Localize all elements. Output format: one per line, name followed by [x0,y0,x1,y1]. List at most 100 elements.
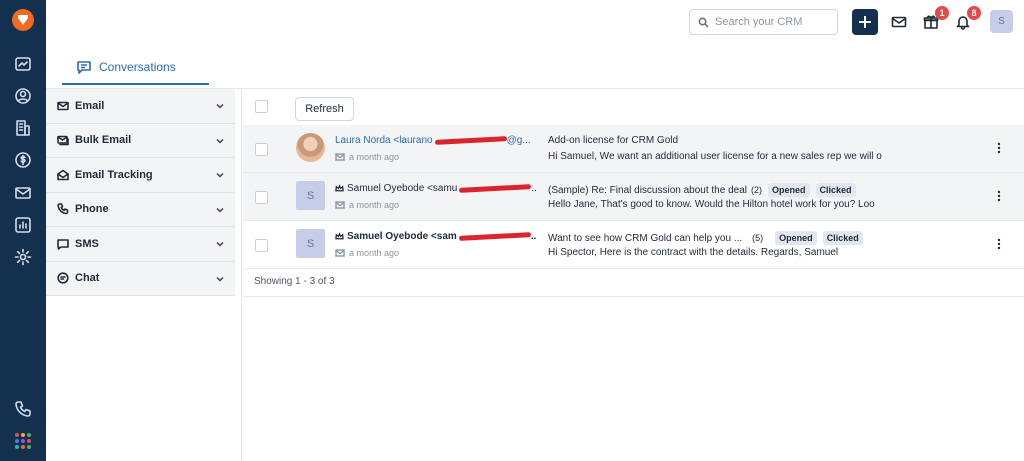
gift-button[interactable]: 1 [920,6,949,33]
chevron-down-icon [216,138,224,144]
tab-conversations[interactable]: Conversations [62,50,209,85]
conversation-row[interactable]: S Samuel Oyebode <samu .. a month ago (S… [243,173,1024,221]
revenue-icon [15,152,31,168]
search-input[interactable] [715,16,835,28]
filter-label: SMS [75,237,99,250]
row-more-button[interactable] [992,141,1006,155]
rail-reports[interactable] [11,213,35,237]
rail-deals[interactable] [11,52,35,76]
settings-icon [14,248,32,266]
contact-photo-avatar [296,133,325,162]
rail-contacts[interactable] [11,84,35,108]
crown-icon [335,184,344,192]
subject[interactable]: Add-on license for CRM Gold [548,135,678,146]
select-all-checkbox[interactable] [255,100,268,113]
more-vertical-icon [997,190,1001,202]
subject-text: (Sample) Re: Final discussion about the … [548,184,747,196]
mail-sent-icon [335,153,345,161]
mail-sent-icon [335,201,345,209]
clicked-tag: Clicked [815,183,856,197]
message-snippet: Hi Spector, Here is the contract with th… [548,247,839,258]
message-snippet: Hi Samuel, We want an additional user li… [548,151,882,162]
row-checkbox[interactable] [255,143,268,156]
left-rail [0,0,46,461]
tab-conversations-label: Conversations [99,59,176,74]
conversation-list: Refresh Laura Norda <laurano @g... a mon… [243,89,1024,461]
sms-icon [57,238,69,250]
top-header: 1 8 S [46,0,1024,44]
notification-badge: 8 [967,6,981,20]
sender-tail: .. [531,183,537,194]
filter-bulk-email[interactable]: Bulk Email [46,123,235,158]
plus-icon [859,16,871,28]
brand-logo[interactable] [12,9,34,31]
redaction-mark [458,232,531,241]
chat-bubble-icon [77,60,91,74]
sender[interactable]: Samuel Oyebode <sam .. [335,231,536,242]
timestamp-text: a month ago [349,200,400,210]
filter-email-tracking[interactable]: Email Tracking [46,158,235,193]
row-more-button[interactable] [992,237,1006,251]
quick-add-button[interactable] [852,9,878,35]
more-vertical-icon [997,238,1001,250]
refresh-button[interactable]: Refresh [295,97,354,121]
apps-grid-dot [21,439,25,443]
apps-grid-dot [21,433,25,437]
timestamp: a month ago [335,200,399,210]
filter-chat[interactable]: Chat [46,261,235,296]
sender[interactable]: Samuel Oyebode <samu .. [335,183,537,194]
thread-count: (2) [751,185,762,195]
timestamp-text: a month ago [349,152,400,162]
redaction-mark [459,184,532,193]
global-search[interactable] [689,9,838,35]
rail-inbox[interactable] [11,181,35,205]
crown-icon [335,232,344,240]
notifications-button[interactable]: 8 [952,6,981,33]
thread-count: (5) [752,233,764,243]
rail-settings[interactable] [11,245,35,269]
opened-tag: Opened [768,183,810,197]
reports-icon [15,217,31,233]
more-vertical-icon [997,142,1001,154]
timestamp-text: a month ago [349,248,400,258]
filter-sms[interactable]: SMS [46,227,235,262]
apps-grid-icon[interactable] [15,433,31,449]
filter-email[interactable]: Email [46,89,235,124]
timestamp: a month ago [335,152,399,162]
row-more-button[interactable] [992,189,1006,203]
subject-text: Add-on license for CRM Gold [548,135,679,146]
opened-tag: Opened [775,231,817,245]
chevron-down-icon [216,172,224,178]
mail-button[interactable] [888,11,910,33]
row-checkbox[interactable] [255,191,268,204]
subject[interactable]: Want to see how CRM Gold can help you ..… [548,231,863,245]
chat-icon [57,272,69,284]
conversation-row[interactable]: S Samuel Oyebode <sam .. a month ago Wan… [243,221,1024,269]
logo-icon [18,15,28,25]
chevron-down-icon [216,103,224,109]
chevron-down-icon [216,276,224,282]
deals-icon [15,57,31,71]
filter-phone[interactable]: Phone [46,192,235,227]
apps-grid-dot [27,445,31,449]
contacts-icon [15,88,31,104]
rail-revenue[interactable] [11,148,35,172]
rail-phone[interactable] [11,397,35,421]
sender-name: Samuel Oyebode <sam [347,231,457,242]
sender-name: Samuel Oyebode <samu [347,183,458,194]
chevron-down-icon [216,241,224,247]
sender[interactable]: Laura Norda <laurano @g... [335,135,531,146]
conversation-row[interactable]: Laura Norda <laurano @g... a month ago A… [243,125,1024,173]
list-toolbar: Refresh [243,89,1024,125]
mail-icon [57,101,69,111]
user-avatar[interactable]: S [990,10,1013,33]
filter-label: Bulk Email [75,134,132,147]
subject[interactable]: (Sample) Re: Final discussion about the … [548,183,856,197]
gift-badge: 1 [935,6,949,20]
channel-filters: Email Bulk Email Email Tracking Phone SM… [46,89,242,461]
inbox-icon [15,187,31,199]
contact-avatar: S [296,181,325,210]
rail-accounts[interactable] [11,116,35,140]
subject-text: Want to see how CRM Gold can help you ..… [548,232,743,244]
row-checkbox[interactable] [255,239,268,252]
